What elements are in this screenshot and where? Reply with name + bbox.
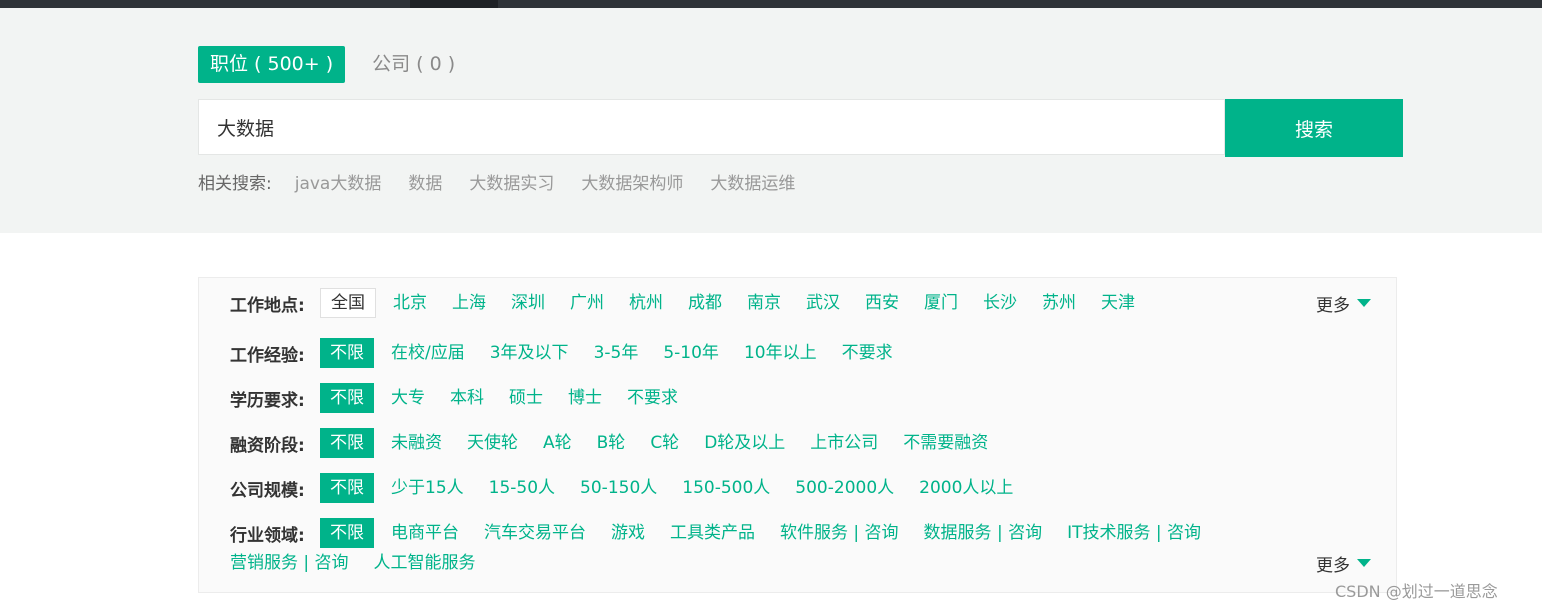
filter-row-education: 学历要求: 不限 大专 本科 硕士 博士 不要求: [230, 383, 703, 413]
filter-row-funding: 融资阶段: 不限 未融资 天使轮 A轮 B轮 C轮 D轮及以上 上市公司 不需要…: [230, 428, 1013, 458]
filter-option[interactable]: 数据服务 | 咨询: [924, 518, 1043, 548]
search-box: [198, 99, 1225, 155]
filter-panel: 工作地点: 全国 北京 上海 深圳 广州 杭州 成都 南京 武汉 西安 厦门 长…: [198, 277, 1397, 593]
filter-option[interactable]: 不要求: [842, 338, 893, 368]
filter-label: 公司规模:: [230, 480, 305, 501]
filter-option-selected[interactable]: 不限: [320, 473, 374, 503]
filter-option[interactable]: 营销服务 | 咨询: [230, 548, 349, 578]
industry-more-button[interactable]: 更多: [1316, 548, 1371, 578]
filter-option[interactable]: 3年及以下: [490, 338, 569, 368]
related-search-item[interactable]: 大数据运维: [710, 169, 795, 194]
filter-option[interactable]: 150-500人: [682, 473, 770, 503]
filter-option[interactable]: 成都: [688, 288, 722, 318]
filter-option[interactable]: 2000人以上: [919, 473, 1013, 503]
filter-row-company-size: 公司规模: 不限 少于15人 15-50人 50-150人 150-500人 5…: [230, 473, 1038, 503]
filter-option[interactable]: 本科: [450, 383, 484, 413]
related-search-item[interactable]: 数据: [408, 169, 442, 194]
filter-option[interactable]: 上海: [452, 288, 486, 318]
filter-option[interactable]: 50-150人: [580, 473, 657, 503]
related-searches-label: 相关搜索:: [198, 173, 272, 194]
top-nav-active-item[interactable]: [410, 0, 498, 8]
filter-option[interactable]: 广州: [570, 288, 604, 318]
more-label: 更多: [1316, 295, 1350, 316]
filter-option[interactable]: 5-10年: [663, 338, 719, 368]
filter-option[interactable]: 南京: [747, 288, 781, 318]
filter-option[interactable]: IT技术服务 | 咨询: [1067, 518, 1201, 548]
filter-option[interactable]: 电商平台: [391, 518, 459, 548]
filter-option[interactable]: 不需要融资: [903, 428, 988, 458]
filter-option[interactable]: 硕士: [509, 383, 543, 413]
related-search-item[interactable]: 大数据架构师: [581, 169, 683, 194]
filter-option[interactable]: 苏州: [1042, 288, 1076, 318]
filter-option[interactable]: 少于15人: [391, 473, 464, 503]
filter-option[interactable]: A轮: [543, 428, 572, 458]
tab-positions[interactable]: 职位 ( 500+ ): [198, 46, 346, 83]
location-more-button[interactable]: 更多: [1316, 288, 1371, 318]
filter-option[interactable]: 大专: [391, 383, 425, 413]
filter-option[interactable]: 天使轮: [467, 428, 518, 458]
filter-option[interactable]: 10年以上: [744, 338, 817, 368]
filter-option[interactable]: 上市公司: [810, 428, 878, 458]
filter-option[interactable]: 汽车交易平台: [484, 518, 586, 548]
filter-option[interactable]: 500-2000人: [795, 473, 894, 503]
filter-option[interactable]: 工具类产品: [670, 518, 755, 548]
filter-option[interactable]: D轮及以上: [704, 428, 785, 458]
filter-option[interactable]: 北京: [393, 288, 427, 318]
filter-option-selected[interactable]: 不限: [320, 383, 374, 413]
filter-option[interactable]: 博士: [568, 383, 602, 413]
related-search-item[interactable]: java大数据: [295, 169, 382, 194]
filter-option[interactable]: 在校/应届: [391, 338, 465, 368]
search-input[interactable]: [199, 100, 1224, 154]
filter-label: 工作地点:: [230, 295, 305, 316]
filter-option[interactable]: 深圳: [511, 288, 545, 318]
filter-label: 工作经验:: [230, 345, 305, 366]
tab-companies[interactable]: 公司 ( 0 ): [360, 46, 467, 83]
filter-label: 融资阶段:: [230, 435, 305, 456]
filter-option-selected[interactable]: 不限: [320, 428, 374, 458]
filter-option[interactable]: 未融资: [391, 428, 442, 458]
filter-option[interactable]: 3-5年: [594, 338, 639, 368]
filter-row-industry: 行业领域: 不限 电商平台 汽车交易平台 游戏 工具类产品 软件服务 | 咨询 …: [230, 518, 1226, 548]
filter-option[interactable]: 厦门: [924, 288, 958, 318]
more-label: 更多: [1316, 555, 1350, 576]
top-nav-bar: [0, 0, 1542, 8]
filter-option-selected[interactable]: 全国: [320, 288, 376, 318]
filter-option[interactable]: 西安: [865, 288, 899, 318]
filter-option[interactable]: 不要求: [627, 383, 678, 413]
filter-option[interactable]: 游戏: [611, 518, 645, 548]
filter-option[interactable]: 天津: [1101, 288, 1135, 318]
filter-option[interactable]: B轮: [597, 428, 626, 458]
related-searches: 相关搜索: java大数据 数据 大数据实习 大数据架构师 大数据运维: [198, 168, 822, 194]
filter-option[interactable]: 武汉: [806, 288, 840, 318]
search-type-tabs: 职位 ( 500+ ) 公司 ( 0 ): [198, 46, 467, 83]
filter-option[interactable]: C轮: [650, 428, 679, 458]
filter-label: 学历要求:: [230, 390, 305, 411]
watermark: CSDN @划过一道思念: [1335, 582, 1498, 601]
filter-option-selected[interactable]: 不限: [320, 518, 374, 548]
filter-row-experience: 工作经验: 不限 在校/应届 3年及以下 3-5年 5-10年 10年以上 不要…: [230, 338, 918, 368]
filter-option[interactable]: 杭州: [629, 288, 663, 318]
filter-option-selected[interactable]: 不限: [320, 338, 374, 368]
filter-row-location: 工作地点: 全国 北京 上海 深圳 广州 杭州 成都 南京 武汉 西安 厦门 长…: [230, 288, 1160, 318]
filter-label: 行业领域:: [230, 525, 305, 546]
filter-option[interactable]: 长沙: [983, 288, 1017, 318]
triangle-down-icon: [1357, 299, 1371, 307]
related-search-item[interactable]: 大数据实习: [469, 169, 554, 194]
filter-row-industry-continued: 营销服务 | 咨询 人工智能服务: [230, 548, 501, 578]
filter-option[interactable]: 软件服务 | 咨询: [780, 518, 899, 548]
filter-option[interactable]: 15-50人: [489, 473, 555, 503]
filter-option[interactable]: 人工智能服务: [374, 548, 476, 578]
search-button[interactable]: 搜索: [1225, 99, 1403, 157]
triangle-down-icon: [1357, 559, 1371, 567]
